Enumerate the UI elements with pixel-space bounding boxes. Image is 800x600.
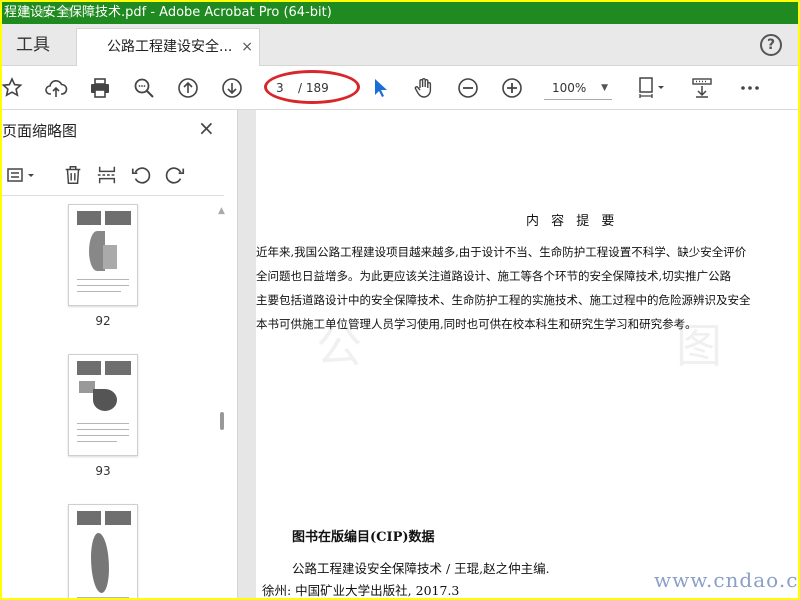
cip-title: 图书在版编目(CIP)数据 [292,530,435,545]
tab-tools[interactable]: 工具 [2,24,72,66]
highlight-circle [264,70,360,104]
paragraph-line: 近年来,我国公路工程建设项目越来越多,由于设计不当、生命防护工程设置不科学、缺少… [256,245,747,259]
document-view[interactable]: 图 公 内 容 提 要 近年来,我国公路工程建设项目越来越多,由于设计不当、生命… [238,110,798,598]
previous-page-icon[interactable] [174,74,202,102]
zoom-out-icon[interactable] [454,74,482,102]
zoom-value: 100% [552,81,587,95]
zoom-search-icon[interactable] [130,74,158,102]
thumbnail-label: 92 [95,314,111,328]
tab-document-label: 公路工程建设安全... [107,39,233,55]
tab-close-icon[interactable]: × [241,29,253,65]
site-watermark: www.cndao.com [654,568,798,592]
page-fit-icon[interactable] [634,74,670,102]
next-page-icon[interactable] [218,74,246,102]
top-watermark: 首 林 网 [20,6,74,20]
rotate-left-icon[interactable] [128,162,154,188]
thumbnails-panel: 页面缩略图 × ▲ 92 93 [2,110,238,598]
close-icon[interactable]: × [198,116,215,140]
paragraph-line: 本书可供施工单位管理人员学习使用,同时也可供在校本科生和研究生学习和研究参考。 [256,317,697,331]
chevron-down-icon: ▼ [601,83,608,93]
app-window: 程建设安全保障技术.pdf - Adobe Acrobat Pro (64-bi… [2,2,798,598]
insert-page-icon[interactable] [94,162,120,188]
toolbar: 3 / 189 100% ▼ [2,66,798,110]
cloud-upload-icon[interactable] [42,74,70,102]
scroll-up-icon[interactable]: ▲ [218,206,225,216]
more-options-icon[interactable] [736,74,764,102]
panel-title: 页面缩略图 [2,122,78,140]
zoom-in-icon[interactable] [498,74,526,102]
bookmark-star-icon[interactable] [2,74,26,102]
scroll-mode-icon[interactable] [688,74,716,102]
tab-bar: 工具 公路工程建设安全... × ? [2,24,798,66]
pdf-page: 图 公 内 容 提 要 近年来,我国公路工程建设项目越来越多,由于设计不当、生命… [256,110,798,598]
page-thumbnail[interactable] [68,504,138,598]
panel-toolbar [2,156,224,196]
paragraph-line: 全问题也日益增多。为此更应该关注道路设计、施工等各个环节的安全保障技术,切实推广… [256,269,732,283]
options-menu-icon[interactable] [4,162,40,188]
paragraph-line: 主要包括道路设计中的安全保障技术、生命防护工程的实施技术、施工过程中的危险源辨识… [256,293,751,307]
zoom-select[interactable]: 100% ▼ [544,76,612,100]
cip-book-line: 公路工程建设安全保障技术 / 王琨,赵之仲主编. [292,561,550,576]
thumbnail-label: 93 [95,464,111,478]
page-thumbnail-92[interactable] [68,204,138,306]
trash-icon[interactable] [60,162,86,188]
doc-heading: 内 容 提 要 [526,214,619,229]
tab-document[interactable]: 公路工程建设安全... × [76,28,260,66]
page-thumbnail-93[interactable] [68,354,138,456]
cip-publisher-line: 徐州: 中国矿业大学出版社, 2017.3 [262,583,460,598]
rotate-right-icon[interactable] [162,162,188,188]
select-cursor-icon[interactable] [366,74,394,102]
window-title: 程建设安全保障技术.pdf - Adobe Acrobat Pro (64-bi… [2,2,798,24]
hand-tool-icon[interactable] [410,74,438,102]
help-icon[interactable]: ? [760,34,782,56]
thumbnail-scrollbar[interactable]: ▲ [216,206,228,598]
scroll-thumb[interactable] [220,412,224,430]
print-icon[interactable] [86,74,114,102]
